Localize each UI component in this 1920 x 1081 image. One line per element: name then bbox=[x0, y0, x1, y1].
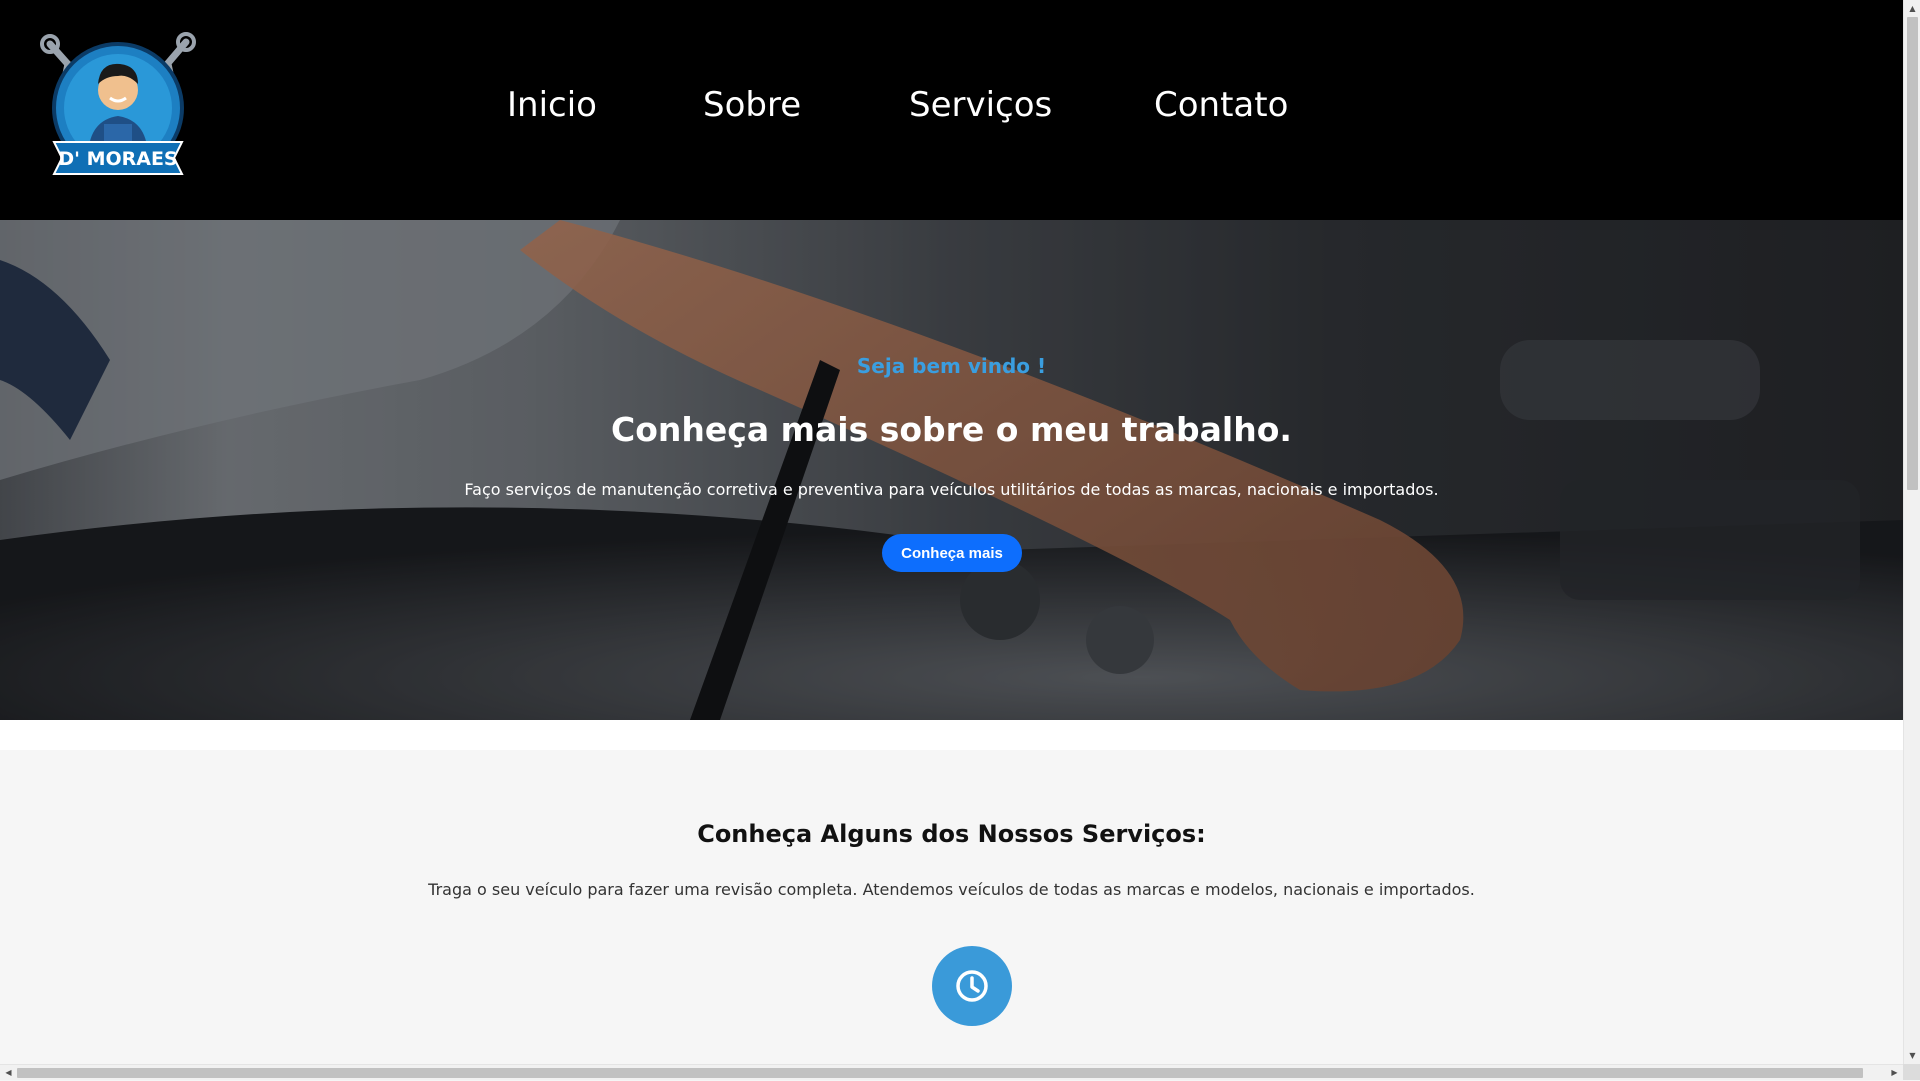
hero-title: Conheça mais sobre o meu trabalho. bbox=[611, 410, 1292, 449]
learn-more-button[interactable]: Conheça mais bbox=[882, 534, 1022, 572]
clock-icon bbox=[956, 970, 988, 1002]
hero-description: Faço serviços de manutenção corretiva e … bbox=[464, 480, 1439, 499]
hero-welcome: Seja bem vindo ! bbox=[856, 354, 1047, 378]
service-card-icon bbox=[932, 946, 1012, 1026]
scroll-up-arrow-icon[interactable]: ▲ bbox=[1904, 0, 1920, 17]
nav-link-servicos[interactable]: Serviços bbox=[909, 85, 1052, 125]
scroll-down-arrow-icon[interactable]: ▼ bbox=[1904, 1047, 1920, 1064]
logo-wordmark: D' MORAES bbox=[58, 148, 177, 170]
nav-link-inicio[interactable]: Inicio bbox=[507, 85, 597, 125]
hero-content: Seja bem vindo ! Conheça mais sobre o me… bbox=[0, 220, 1903, 720]
scrollbar-corner bbox=[1903, 1064, 1920, 1080]
section-divider bbox=[0, 720, 1903, 750]
scroll-left-arrow-icon[interactable]: ◀ bbox=[0, 1065, 17, 1081]
site-header: D' MORAES Inicio Sobre Serviços Contato bbox=[0, 0, 1903, 220]
services-title: Conheça Alguns dos Nossos Serviços: bbox=[697, 820, 1206, 848]
vertical-scrollbar[interactable]: ▲ ▼ bbox=[1903, 0, 1920, 1064]
nav-link-sobre[interactable]: Sobre bbox=[703, 85, 801, 125]
hero-banner: Seja bem vindo ! Conheça mais sobre o me… bbox=[0, 220, 1903, 720]
services-section: Conheça Alguns dos Nossos Serviços: Trag… bbox=[0, 750, 1903, 1064]
horizontal-scroll-thumb[interactable] bbox=[17, 1068, 1863, 1078]
mechanic-logo-icon: D' MORAES bbox=[40, 32, 196, 175]
horizontal-scrollbar[interactable]: ◀ ▶ bbox=[0, 1064, 1903, 1080]
services-description: Traga o seu veículo para fazer uma revis… bbox=[428, 880, 1475, 899]
vertical-scroll-thumb[interactable] bbox=[1907, 17, 1918, 490]
dmoraes-logo[interactable]: D' MORAES bbox=[28, 24, 208, 184]
scroll-right-arrow-icon[interactable]: ▶ bbox=[1886, 1065, 1903, 1081]
page: D' MORAES Inicio Sobre Serviços Contato bbox=[0, 0, 1903, 1064]
nav-link-contato[interactable]: Contato bbox=[1154, 85, 1288, 125]
